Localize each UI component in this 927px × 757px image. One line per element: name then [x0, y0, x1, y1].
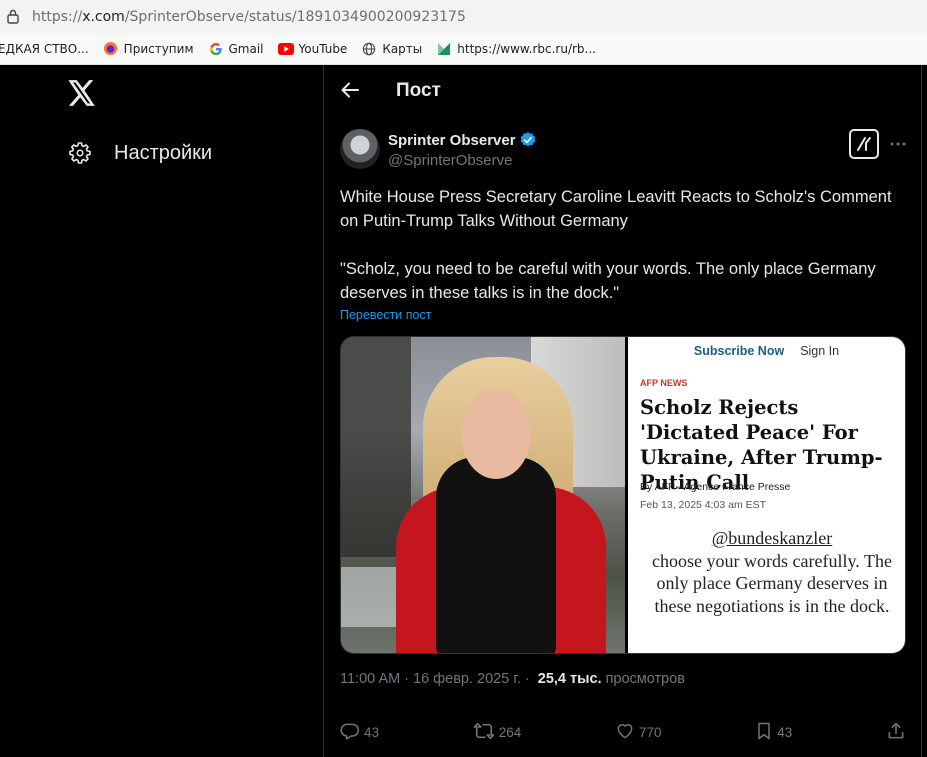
repost-count: 264 — [498, 724, 522, 740]
like-count: 770 — [639, 724, 662, 740]
left-navigation — [0, 65, 323, 757]
reply-icon — [340, 721, 364, 744]
bookmark-icon — [755, 721, 777, 744]
subscribe-link: Subscribe Now — [693, 344, 785, 358]
column-divider — [921, 65, 922, 757]
bookmark-label: YouTube — [298, 41, 348, 56]
article-topbar: Subscribe Now Sign In — [628, 337, 905, 365]
article-headline: Scholz Rejects 'Dictated Peace' For Ukra… — [640, 396, 883, 494]
post-timestamp[interactable]: 11:00 AM · 16 февр. 2025 г. · — [340, 671, 530, 687]
quote-text: choose your words carefully. The only pl… — [652, 550, 892, 616]
views-label: просмотров — [605, 671, 685, 687]
grok-icon[interactable] — [849, 129, 879, 159]
verified-badge-icon — [519, 131, 537, 149]
bookmark-count: 43 — [777, 724, 793, 740]
bookmark-label: Gmail — [228, 41, 264, 56]
post-meta: 11:00 AM · 16 февр. 2025 г. · 25,4 тыс. … — [340, 671, 685, 687]
back-arrow-icon[interactable] — [340, 80, 362, 102]
post-text-paragraph: "Scholz, you need to be careful with you… — [340, 260, 876, 302]
press-secretary-photo[interactable] — [341, 337, 625, 653]
post-text-paragraph: White House Press Secretary Caroline Lea… — [340, 188, 892, 230]
author-handle[interactable]: @SprinterObserve — [388, 152, 512, 169]
reply-count: 43 — [364, 724, 380, 740]
more-options-icon[interactable] — [889, 135, 909, 155]
heart-icon — [615, 721, 639, 744]
bookmark-label: https://www.rbc.ru/rb... — [457, 41, 596, 56]
url-text: https://x.com/SprinterObserve/status/189… — [32, 8, 466, 25]
like-button[interactable]: 770 — [615, 721, 662, 744]
sidebar-item-label: Настройки — [114, 141, 213, 164]
address-bar[interactable]: https://x.com/SprinterObserve/status/189… — [0, 0, 927, 33]
bookmarks-bar: ЕДКАЯ СТВО... Приступим Gmail YouTube Ка… — [0, 33, 927, 65]
article-quote: @bundeskanzler choose your words careful… — [640, 527, 904, 617]
globe-icon — [361, 41, 377, 57]
author-name-text: Sprinter Observer — [388, 131, 516, 149]
avatar[interactable] — [340, 129, 380, 169]
sidebar-item-settings[interactable]: Настройки — [66, 139, 212, 167]
lock-icon — [6, 9, 20, 25]
bookmark-label: ЕДКАЯ СТВО... — [0, 41, 89, 56]
quote-handle: @bundeskanzler — [711, 528, 833, 548]
article-date: Feb 13, 2025 4:03 am EST — [640, 499, 767, 511]
x-logo-icon[interactable] — [68, 80, 96, 108]
firefox-icon — [103, 41, 119, 57]
post-text: White House Press Secretary Caroline Lea… — [340, 185, 910, 305]
bookmark-item[interactable]: https://www.rbc.ru/rb... — [436, 41, 596, 57]
repost-button[interactable]: 264 — [473, 721, 522, 744]
bookmark-label: Приступим — [123, 41, 194, 56]
post-detail: Пост Sprinter Observer @SprinterObserve … — [324, 65, 921, 757]
bookmark-label: Карты — [382, 41, 423, 56]
bookmark-item[interactable]: Приступим — [103, 41, 194, 57]
translate-post-link[interactable]: Перевести пост — [340, 308, 431, 322]
article-screenshot[interactable]: Subscribe Now Sign In AFP NEWS Scholz Re… — [628, 337, 905, 653]
share-icon — [886, 721, 910, 744]
gear-icon — [66, 139, 94, 167]
article-byline: By AFP - Agence France Presse — [640, 481, 791, 493]
bookmark-item[interactable]: YouTube — [277, 41, 348, 57]
bookmark-item[interactable]: Gmail — [208, 41, 264, 57]
share-button[interactable] — [886, 721, 910, 744]
google-icon — [208, 41, 224, 57]
rbc-icon — [436, 41, 452, 57]
article-source: AFP NEWS — [640, 378, 688, 388]
reply-button[interactable]: 43 — [340, 721, 379, 744]
repost-icon — [473, 721, 499, 744]
bookmark-button[interactable]: 43 — [755, 721, 792, 744]
post-media[interactable]: Subscribe Now Sign In AFP NEWS Scholz Re… — [340, 336, 906, 654]
signin-link: Sign In — [800, 344, 840, 358]
views-count: 25,4 тыс. — [537, 671, 602, 687]
youtube-icon — [277, 41, 294, 57]
page-title: Пост — [396, 80, 441, 101]
post-actions: 43 264 770 43 — [340, 720, 910, 744]
author-name[interactable]: Sprinter Observer — [388, 131, 537, 149]
post-header: Пост — [324, 65, 921, 118]
bookmark-item[interactable]: Карты — [361, 41, 422, 57]
bookmark-item[interactable]: ЕДКАЯ СТВО... — [0, 42, 89, 56]
